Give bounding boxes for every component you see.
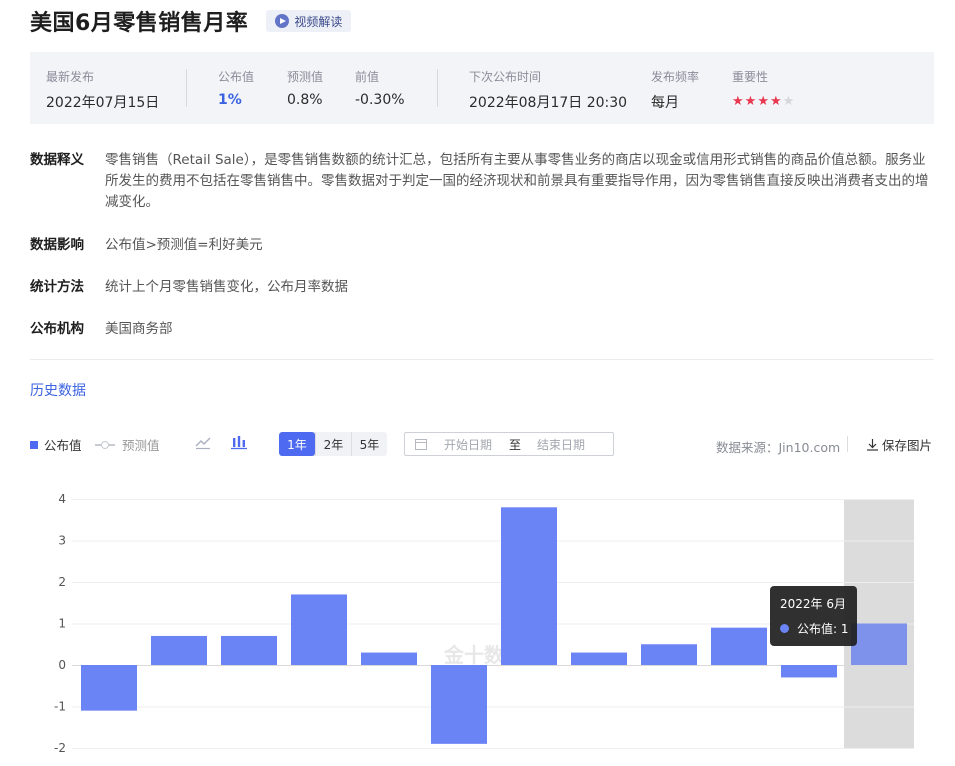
detail-key: 统计方法 xyxy=(30,279,84,295)
calendar-icon xyxy=(415,439,427,450)
title-row: 美国6月零售销售月率 视频解读 xyxy=(30,6,352,36)
forecast-label: 预测值 xyxy=(287,70,324,84)
range-tabs: 1年 2年 5年 xyxy=(279,432,387,456)
legend-actual-label: 公布值 xyxy=(44,438,82,453)
latest-release-value: 2022年07月15日 xyxy=(46,95,160,111)
detail-value: 美国商务部 xyxy=(105,321,173,337)
star-empty-icon: ★ xyxy=(782,94,796,109)
bar xyxy=(641,644,697,665)
bar xyxy=(781,665,837,678)
forecast-value-block: 预测值 0.8% xyxy=(287,68,323,108)
legend-line-icon xyxy=(95,440,115,449)
detail-key: 数据释义 xyxy=(30,152,84,168)
bar xyxy=(361,652,417,665)
y-tick-label: 3 xyxy=(58,534,66,548)
bar xyxy=(431,665,487,744)
y-tick-label: 4 xyxy=(58,492,66,506)
detail-value: 零售销售（Retail Sale），是零售销售数额的统计汇总，包括所有主要从事零… xyxy=(105,152,929,210)
star-filled-icon: ★ xyxy=(744,94,758,109)
bar xyxy=(151,635,207,665)
bar xyxy=(291,594,347,665)
bar xyxy=(221,635,277,665)
tooltip-row: 公布值: 1 xyxy=(780,620,857,637)
next-release-value: 2022年08月17日 20:30 xyxy=(469,95,628,111)
legend-forecast-label: 预测值 xyxy=(122,438,160,453)
actual-label: 公布值 xyxy=(218,70,255,84)
y-tick-label: -1 xyxy=(54,700,66,714)
bar xyxy=(711,627,767,665)
previous-label: 前值 xyxy=(355,70,380,84)
detail-value: 统计上个月零售销售变化，公布月率数据 xyxy=(105,279,348,295)
info-divider xyxy=(186,69,187,107)
data-source: 数据来源：Jin10.com xyxy=(716,440,841,455)
bar xyxy=(571,652,627,665)
chart-toolbar: 公布值 预测值 1年 2年 5年 开始日期 至 结束日期 数据来源：Jin10.… xyxy=(30,432,934,456)
chart-tooltip: 2022年 6月 公布值: 1 xyxy=(770,586,857,646)
frequency-label: 发布频率 xyxy=(651,70,700,84)
tooltip-label: 公布值: 1 xyxy=(797,622,849,636)
previous-value: -0.30% xyxy=(355,92,405,108)
history-section-title: 历史数据 xyxy=(30,383,86,399)
bar xyxy=(81,665,137,711)
previous-value-block: 前值 -0.30% xyxy=(355,68,405,108)
y-tick-label: 1 xyxy=(58,617,66,631)
importance-block: 重要性 ★★★★★ xyxy=(732,68,795,109)
detail-row-publisher: 公布机构 美国商务部 xyxy=(30,319,935,340)
latest-release-label: 最新发布 xyxy=(46,70,95,84)
detail-row-method: 统计方法 统计上个月零售销售变化，公布月率数据 xyxy=(30,277,935,298)
play-icon xyxy=(275,14,290,28)
star-filled-icon: ★ xyxy=(732,94,745,109)
tab-5-year[interactable]: 5年 xyxy=(351,432,387,456)
y-tick-label: 2 xyxy=(58,575,66,589)
bar xyxy=(851,623,907,665)
detail-key: 公布机构 xyxy=(30,321,84,337)
video-explain-button[interactable]: 视频解读 xyxy=(266,10,352,32)
date-range-picker[interactable]: 开始日期 至 结束日期 xyxy=(404,432,614,456)
star-filled-icon: ★ xyxy=(757,94,770,109)
start-date-input[interactable]: 开始日期 xyxy=(444,436,492,453)
frequency-block: 发布频率 每月 xyxy=(651,68,699,112)
bar-chart-icon[interactable] xyxy=(230,433,248,451)
importance-stars: ★★★★★ xyxy=(732,94,795,109)
tooltip-title: 2022年 6月 xyxy=(780,597,846,611)
tab-1-year[interactable]: 1年 xyxy=(279,432,315,456)
tooltip-dot-icon xyxy=(780,624,789,633)
latest-release: 最新发布 2022年07月15日 xyxy=(46,68,159,112)
release-info-panel: 最新发布 2022年07月15日 公布值 1% 预测值 0.8% 前值 -0.3… xyxy=(30,52,934,124)
detail-key: 数据影响 xyxy=(30,237,84,253)
y-tick-label: 0 xyxy=(58,658,66,672)
section-divider xyxy=(30,359,934,360)
page-title: 美国6月零售销售月率 xyxy=(30,11,249,36)
legend-forecast[interactable]: 预测值 xyxy=(95,435,160,454)
bar xyxy=(501,507,557,665)
toolbar-divider xyxy=(847,436,848,452)
download-icon xyxy=(867,439,878,451)
save-image-label: 保存图片 xyxy=(882,438,933,453)
actual-value: 1% xyxy=(218,92,242,108)
video-explain-label: 视频解读 xyxy=(294,14,343,29)
date-separator: 至 xyxy=(509,437,522,452)
importance-label: 重要性 xyxy=(732,70,769,84)
y-tick-label: -2 xyxy=(54,741,66,755)
detail-row-definition: 数据释义 零售销售（Retail Sale），是零售销售数额的统计汇总，包括所有… xyxy=(30,150,935,213)
info-divider xyxy=(437,69,438,107)
end-date-input[interactable]: 结束日期 xyxy=(537,436,585,453)
actual-value-block: 公布值 1% xyxy=(218,68,254,108)
star-filled-icon: ★ xyxy=(769,94,783,109)
next-release-block: 下次公布时间 2022年08月17日 20:30 xyxy=(469,68,627,112)
line-chart-icon[interactable] xyxy=(194,433,212,451)
legend-square-icon xyxy=(30,440,38,449)
tab-2-year[interactable]: 2年 xyxy=(315,432,351,456)
save-image-button[interactable]: 保存图片 xyxy=(866,435,932,454)
next-release-label: 下次公布时间 xyxy=(469,70,542,84)
detail-row-impact: 数据影响 公布值>预测值=利好美元 xyxy=(30,235,935,256)
forecast-value: 0.8% xyxy=(287,92,323,108)
detail-value: 公布值>预测值=利好美元 xyxy=(105,237,263,253)
frequency-value: 每月 xyxy=(651,95,679,111)
legend-actual[interactable]: 公布值 xyxy=(30,435,82,454)
